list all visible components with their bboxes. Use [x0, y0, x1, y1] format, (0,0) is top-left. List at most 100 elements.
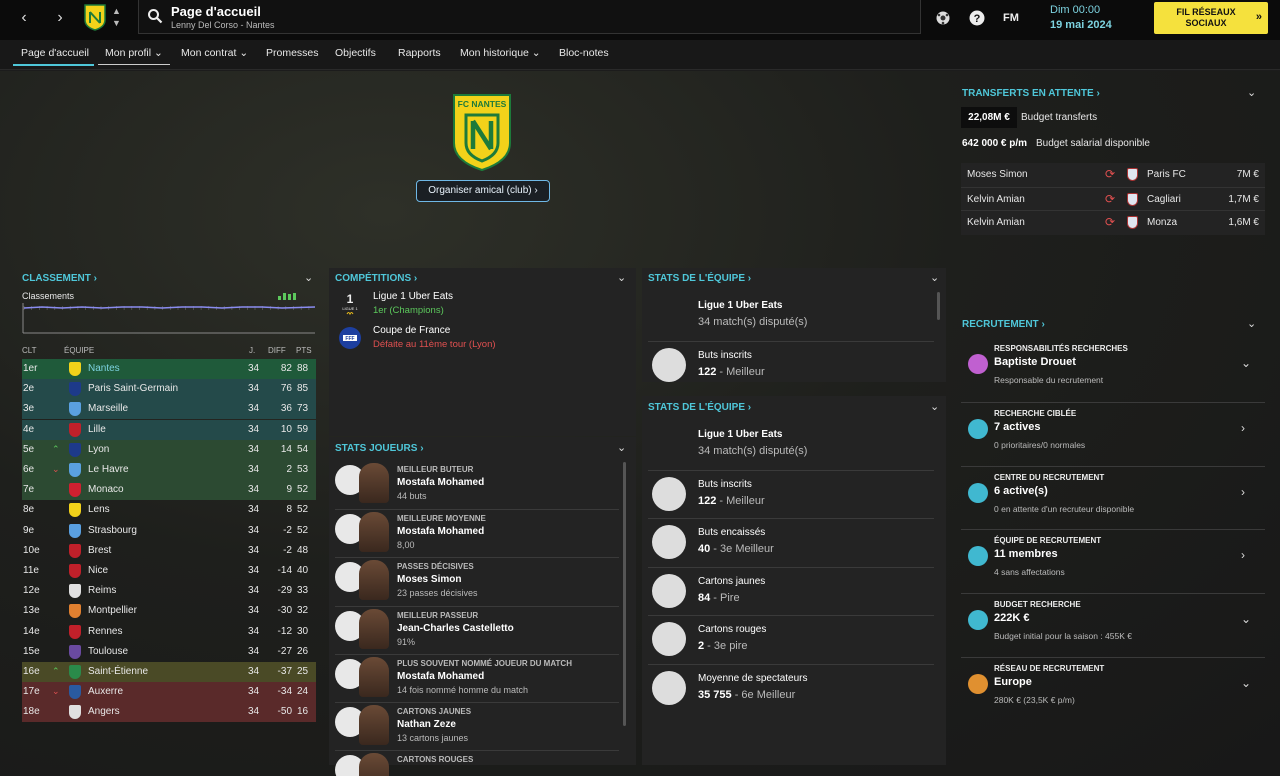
- team-stat-row[interactable]: Cartons rouges 2 - 3e pire: [648, 615, 934, 662]
- team-stat-row[interactable]: Cartons jaunes 84 - Pire: [648, 566, 934, 614]
- team-stat-row[interactable]: Buts inscrits 122 - Meilleur: [648, 469, 934, 517]
- row-team[interactable]: Lille: [88, 424, 106, 435]
- row-team[interactable]: Nantes: [88, 363, 120, 374]
- chevron-right-icon[interactable]: ›: [1241, 421, 1245, 435]
- recruitment-item[interactable]: RECHERCHE CIBLÉE 7 actives 0 prioritaires/…: [961, 401, 1265, 464]
- standings-header[interactable]: CLASSEMENT ›: [22, 273, 97, 284]
- standings-row[interactable]: 5e ⌃ Lyon 34 14 54: [22, 439, 316, 460]
- standings-row[interactable]: 3e Marseille 34 36 73: [22, 399, 316, 420]
- row-team[interactable]: Strasbourg: [88, 525, 137, 536]
- back-arrow-icon[interactable]: ‹: [14, 8, 34, 28]
- standings-row[interactable]: 12e Reims 34 -29 33: [22, 581, 316, 601]
- standings-row[interactable]: 18e Angers 34 -50 16: [22, 702, 316, 723]
- team-stat-row[interactable]: Ligue 1 Uber Eats 34 match(s) disputé(s): [648, 292, 934, 339]
- recruitment-item[interactable]: RESPONSABILITÉS RECHERCHES Baptiste Droue…: [961, 338, 1265, 400]
- team-stat-row[interactable]: Ligue 1 Uber Eats 34 match(s) disputé(s): [648, 421, 934, 468]
- up-arrow-icon[interactable]: ▲: [112, 7, 121, 16]
- row-team[interactable]: Angers: [88, 706, 120, 717]
- tab-notes[interactable]: Bloc-notes: [559, 47, 609, 59]
- chevron-right-icon[interactable]: ›: [1241, 548, 1245, 562]
- player-stat-row[interactable]: MEILLEURE MOYENNE Mostafa Mohamed 8,00: [335, 509, 619, 556]
- competitions-collapse-icon[interactable]: ⌄: [617, 271, 626, 284]
- search-bar[interactable]: Page d'accueil Lenny Del Corso - Nantes: [138, 0, 921, 34]
- player-stat-name[interactable]: Moses Simon: [397, 574, 461, 585]
- player-stat-row[interactable]: CARTONS ROUGES: [335, 750, 619, 776]
- organize-friendly-button[interactable]: Organiser amical (club) ›: [416, 180, 550, 202]
- transfers-header[interactable]: TRANSFERTS EN ATTENTE ›: [962, 88, 1100, 99]
- player-stats-header[interactable]: STATS JOUEURS ›: [335, 443, 424, 454]
- row-team[interactable]: Montpellier: [88, 605, 137, 616]
- tab-home[interactable]: Page d'accueil: [21, 47, 89, 59]
- player-stat-name[interactable]: Jean-Charles Castelletto: [397, 623, 514, 634]
- tab-contract[interactable]: Mon contrat ⌄: [181, 47, 248, 59]
- social-feed-button[interactable]: FIL RÉSEAUX SOCIAUX »: [1154, 2, 1268, 34]
- standings-row[interactable]: 8e Lens 34 8 52: [22, 500, 316, 520]
- competitions-header[interactable]: COMPÉTITIONS ›: [335, 273, 417, 284]
- player-stats-scrollbar[interactable]: [623, 462, 626, 726]
- player-stat-name[interactable]: Nathan Zeze: [397, 719, 456, 730]
- chevron-right-icon[interactable]: ›: [1241, 485, 1245, 499]
- team-stats-header-2[interactable]: STATS DE L'ÉQUIPE ›: [648, 402, 751, 413]
- recruitment-collapse-icon[interactable]: ⌄: [1247, 317, 1256, 330]
- team-stat-row[interactable]: Moyenne de spectateurs 35 755 - 6e Meille…: [648, 663, 934, 711]
- row-team[interactable]: Monaco: [88, 484, 124, 495]
- team-stats-collapse-icon-2[interactable]: ⌄: [930, 400, 939, 413]
- row-team[interactable]: Marseille: [88, 403, 128, 414]
- player-stat-row[interactable]: CARTONS JAUNES Nathan Zeze 13 cartons jaun…: [335, 702, 619, 749]
- player-stat-row[interactable]: PLUS SOUVENT NOMMÉ JOUEUR DU MATCH Mostaf…: [335, 653, 619, 701]
- player-stat-name[interactable]: Mostafa Mohamed: [397, 526, 484, 537]
- player-stat-row[interactable]: PASSES DÉCISIVES Moses Simon 23 passes déc…: [335, 557, 619, 604]
- standings-row[interactable]: 10e Brest 34 -2 48: [22, 541, 316, 561]
- player-stat-row[interactable]: MEILLEUR BUTEUR Mostafa Mohamed 44 buts: [335, 461, 619, 508]
- standings-row[interactable]: 11e Nice 34 -14 40: [22, 561, 316, 581]
- player-stat-name[interactable]: Mostafa Mohamed: [397, 477, 484, 488]
- standings-row[interactable]: 1er Nantes 34 82 88: [22, 359, 316, 379]
- tab-profile[interactable]: Mon profil ⌄: [105, 47, 163, 59]
- chevron-down-icon[interactable]: ⌄: [1241, 676, 1251, 690]
- row-team[interactable]: Rennes: [88, 626, 122, 637]
- competition-name-1[interactable]: Ligue 1 Uber Eats: [373, 291, 453, 302]
- standings-row[interactable]: 4e Lille 34 10 59: [22, 419, 316, 440]
- row-team[interactable]: Nice: [88, 565, 108, 576]
- chevron-down-icon[interactable]: ⌄: [1241, 356, 1251, 370]
- team-stat-row[interactable]: Buts encaissés 40 - 3e Meilleur: [648, 518, 934, 565]
- row-team[interactable]: Lens: [88, 504, 110, 515]
- standings-collapse-icon[interactable]: ⌄: [304, 271, 313, 284]
- ball-icon[interactable]: [933, 8, 953, 28]
- transfer-row[interactable]: Moses Simon ⟳ Paris FC 7M €: [961, 163, 1265, 186]
- tab-promises[interactable]: Promesses: [266, 47, 319, 59]
- team-stats-scrollbar-1[interactable]: [937, 292, 940, 320]
- standings-row[interactable]: 16e ⌃ Saint-Étienne 34 -37 25: [22, 662, 316, 682]
- date-display[interactable]: Dim 00:00 19 mai 2024: [1040, 0, 1144, 36]
- player-stat-row[interactable]: MEILLEUR PASSEUR Jean-Charles Castelletto…: [335, 605, 619, 653]
- transfers-collapse-icon[interactable]: ⌄: [1247, 86, 1256, 99]
- row-team[interactable]: Toulouse: [88, 646, 128, 657]
- standings-row[interactable]: 15e Toulouse 34 -27 26: [22, 642, 316, 662]
- row-team[interactable]: Saint-Étienne: [88, 666, 148, 677]
- row-team[interactable]: Auxerre: [88, 686, 123, 697]
- team-stats-header-1[interactable]: STATS DE L'ÉQUIPE ›: [648, 273, 751, 284]
- player-stat-name[interactable]: Mostafa Mohamed: [397, 671, 484, 682]
- recruitment-item[interactable]: ÉQUIPE DE RECRUTEMENT 11 membres 4 sans af…: [961, 529, 1265, 591]
- transfer-row[interactable]: Kelvin Amian ⟳ Monza 1,6M €: [961, 210, 1265, 233]
- standings-row[interactable]: 13e Montpellier 34 -30 32: [22, 601, 316, 621]
- standings-row[interactable]: 6e ⌄ Le Havre 34 2 53: [22, 460, 316, 480]
- fm-logo[interactable]: FM: [1001, 8, 1021, 28]
- standings-row[interactable]: 9e Strasbourg 34 -2 52: [22, 521, 316, 541]
- player-stats-collapse-icon[interactable]: ⌄: [617, 441, 626, 454]
- tab-objectives[interactable]: Objectifs: [335, 47, 376, 59]
- club-crest-icon[interactable]: [84, 3, 106, 31]
- recruitment-item[interactable]: CENTRE DU RECRUTEMENT 6 active(s) 0 en att…: [961, 465, 1265, 528]
- forward-arrow-icon[interactable]: ›: [50, 8, 70, 28]
- team-stats-collapse-icon-1[interactable]: ⌄: [930, 271, 939, 284]
- chevron-down-icon[interactable]: ⌄: [1241, 612, 1251, 626]
- competition-name-2[interactable]: Coupe de France: [373, 325, 450, 336]
- down-arrow-icon[interactable]: ▼: [112, 19, 121, 28]
- transfer-row[interactable]: Kelvin Amian ⟳ Cagliari 1,7M €: [961, 186, 1265, 210]
- standings-row[interactable]: 7e Monaco 34 9 52: [22, 480, 316, 501]
- recruitment-item[interactable]: RÉSEAU DE RECRUTEMENT Europe 280K € (23,5K…: [961, 657, 1265, 719]
- team-stat-row[interactable]: Buts inscrits 122 - Meilleur: [648, 340, 934, 388]
- row-team[interactable]: Reims: [88, 585, 116, 596]
- row-team[interactable]: Brest: [88, 545, 111, 556]
- recruitment-header[interactable]: RECRUTEMENT ›: [962, 319, 1045, 330]
